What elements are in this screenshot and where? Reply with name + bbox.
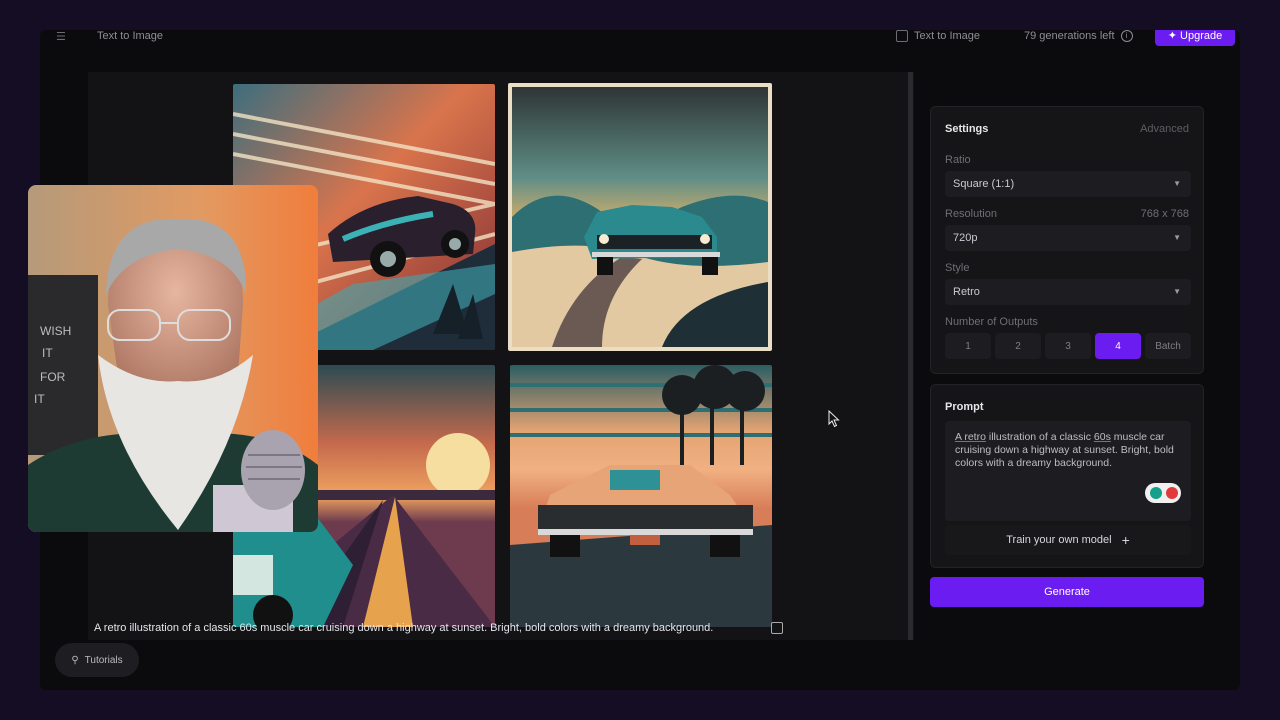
mode-icon (896, 30, 908, 42)
outputs-label: Number of Outputs (945, 316, 1038, 328)
image-caption: A retro illustration of a classic 60s mu… (94, 622, 714, 634)
mode-label: Text to Image (914, 30, 981, 42)
mode-selector[interactable]: Text to Image (896, 30, 980, 42)
app-title: Text to Image (97, 30, 164, 42)
result-image-2[interactable] (508, 83, 772, 351)
svg-text:IT: IT (42, 346, 53, 360)
output-option-1[interactable]: 1 (945, 333, 991, 359)
mouse-cursor-icon (828, 410, 840, 428)
webcam-overlay: WISH IT FOR IT (28, 185, 318, 532)
tutorials-button[interactable]: ⚲ Tutorials (55, 643, 139, 677)
copy-icon[interactable] (771, 622, 783, 634)
generations-counter: 79 generations left i (1024, 30, 1133, 42)
resolution-value: 720p (953, 232, 978, 244)
outputs-selector: 1 2 3 4 Batch (945, 333, 1191, 359)
ratio-select[interactable]: Square (1:1) ▼ (945, 171, 1191, 197)
train-model-label: Train your own model (1006, 534, 1112, 546)
settings-panel: Settings Advanced Ratio Square (1:1) ▼ R… (930, 106, 1204, 374)
menu-icon[interactable]: ☰ (56, 30, 66, 43)
info-icon[interactable]: i (1120, 30, 1133, 42)
generations-left: 79 generations left (1024, 30, 1115, 42)
output-option-3[interactable]: 3 (1045, 333, 1091, 359)
output-option-batch[interactable]: Batch (1145, 333, 1191, 359)
tutorials-label: Tutorials (84, 654, 123, 666)
svg-text:FOR: FOR (40, 370, 66, 384)
ratio-value: Square (1:1) (953, 178, 1015, 190)
resolution-select[interactable]: 720p ▼ (945, 225, 1191, 251)
output-option-2[interactable]: 2 (995, 333, 1041, 359)
resolution-label: Resolution (945, 208, 997, 220)
upgrade-button[interactable]: ✦ Upgrade (1155, 30, 1235, 46)
train-model-button[interactable]: Train your own model + (945, 525, 1191, 555)
panel-resizer[interactable] (908, 72, 913, 640)
chevron-down-icon: ▼ (1173, 287, 1181, 296)
advanced-toggle[interactable]: Advanced (1140, 123, 1189, 135)
prompt-input[interactable]: A retro illustration of a classic 60s mu… (945, 421, 1191, 521)
result-image-4[interactable] (510, 365, 772, 627)
resolution-dims: 768 x 768 (1140, 208, 1189, 220)
chevron-down-icon: ▼ (1173, 233, 1181, 242)
svg-text:IT: IT (34, 392, 45, 406)
style-label: Style (945, 262, 970, 274)
style-select[interactable]: Retro ▼ (945, 279, 1191, 305)
grammarly-icon[interactable] (1145, 481, 1183, 505)
svg-text:WISH: WISH (40, 324, 71, 338)
chevron-down-icon: ▼ (1173, 179, 1181, 188)
generate-button[interactable]: Generate (930, 577, 1204, 607)
prompt-title: Prompt (945, 401, 984, 413)
prompt-panel: Prompt A retro illustration of a classic… (930, 384, 1204, 568)
output-option-4[interactable]: 4 (1095, 333, 1141, 359)
ratio-label: Ratio (945, 154, 971, 166)
lightbulb-icon: ⚲ (71, 654, 79, 666)
top-bar: ☰ Text to Image Text to Image 79 generat… (40, 30, 1240, 52)
settings-title: Settings (945, 123, 989, 135)
plus-icon: + (1121, 532, 1130, 548)
style-value: Retro (953, 286, 980, 298)
